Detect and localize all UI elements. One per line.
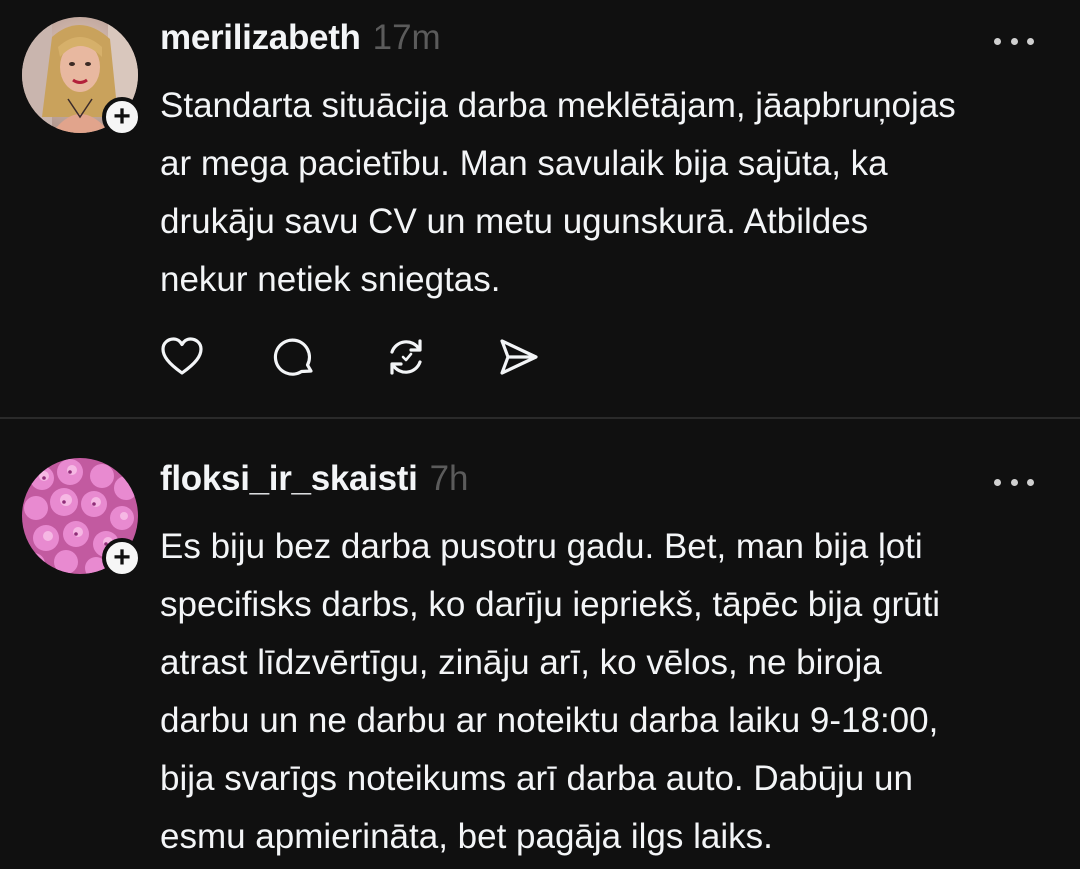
username[interactable]: floksi_ir_skaisti [160, 459, 418, 499]
avatar-container[interactable]: + [22, 458, 142, 578]
post-merilizabeth[interactable]: + merilizabeth 17m Standarta situācija d… [0, 0, 1080, 418]
username[interactable]: merilizabeth [160, 18, 361, 58]
avatar-container[interactable]: + [22, 17, 142, 137]
dot [1010, 478, 1018, 486]
post-actions [158, 331, 606, 383]
repost-button[interactable] [382, 331, 494, 383]
share-icon [500, 339, 538, 375]
more-options-icon[interactable] [994, 475, 1034, 489]
dot [994, 478, 1001, 486]
dot [1027, 37, 1034, 45]
post-text: Standarta situācija darba meklētājam, jā… [160, 86, 956, 299]
share-button[interactable] [494, 331, 606, 383]
heart-icon [161, 337, 203, 375]
dot [1010, 37, 1018, 45]
post-text: Es biju bez darba pusotru gadu. Bet, man… [160, 527, 941, 856]
follow-plus-icon[interactable]: + [102, 97, 142, 137]
post-header: floksi_ir_skaisti 7h [160, 459, 469, 499]
dot [994, 37, 1001, 45]
like-button[interactable] [158, 331, 270, 383]
more-options-icon[interactable] [994, 34, 1034, 48]
comment-icon [273, 338, 313, 376]
repost-icon [390, 339, 422, 375]
timestamp: 17m [372, 18, 441, 57]
follow-plus-icon[interactable]: + [102, 538, 142, 578]
post-header: merilizabeth 17m [160, 18, 441, 58]
dot [1027, 478, 1034, 486]
post-floksi-ir-skaisti[interactable]: + floksi_ir_skaisti 7h Es biju bez darba… [0, 419, 1080, 869]
timestamp: 7h [429, 459, 469, 498]
reply-button[interactable] [270, 331, 382, 383]
